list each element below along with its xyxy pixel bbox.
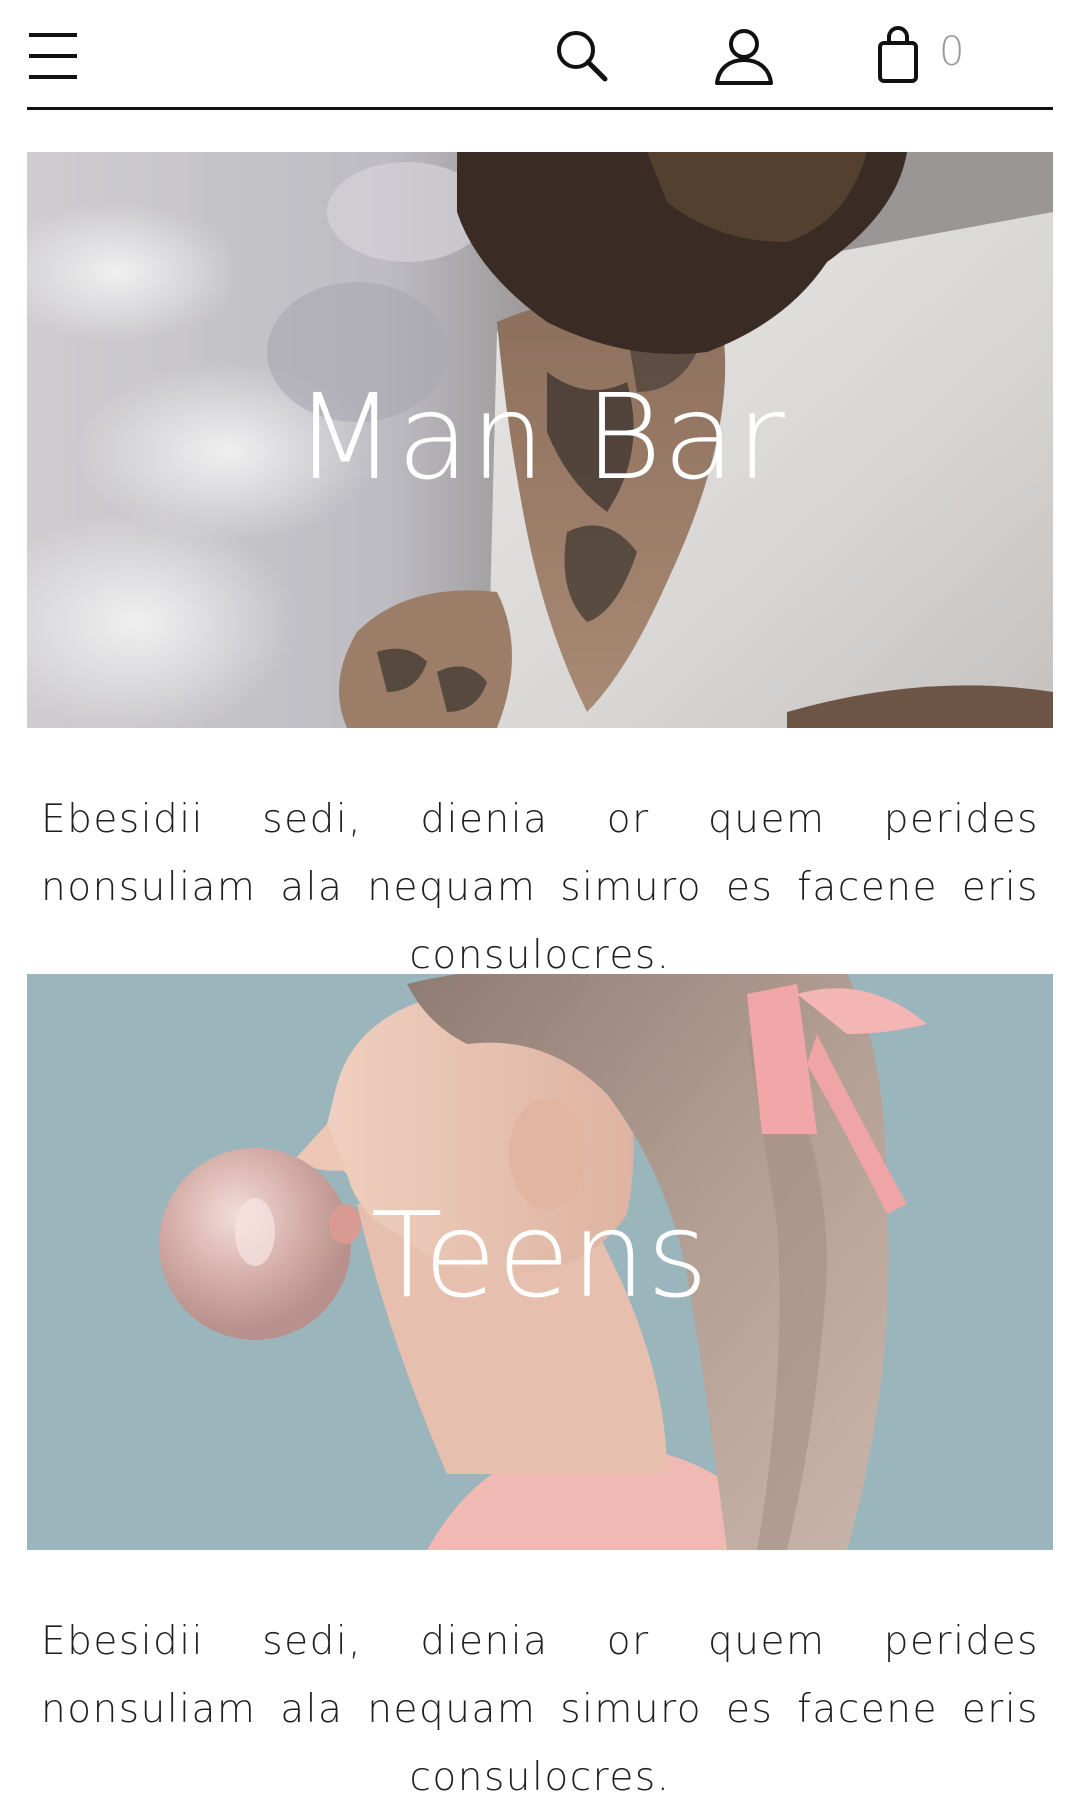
- category-card-man-bar: Man Bar Ebesidii sedi, dienia or quem pe…: [27, 152, 1053, 990]
- category-description: Ebesidii sedi, dienia or quem perides no…: [41, 1619, 1039, 1800]
- category-title[interactable]: Teens: [27, 1186, 1053, 1324]
- user-icon[interactable]: [713, 27, 775, 87]
- category-card-teens: Teens Ebesidii sedi, dienia or quem peri…: [27, 974, 1053, 1812]
- shopping-bag-icon[interactable]: [877, 25, 919, 85]
- cart-count-badge[interactable]: 0: [939, 22, 964, 82]
- man-bar-banner[interactable]: Man Bar: [27, 152, 1053, 728]
- category-title[interactable]: Man Bar: [27, 368, 1053, 506]
- hamburger-menu-icon[interactable]: [27, 30, 79, 82]
- category-description: Ebesidii sedi, dienia or quem perides no…: [41, 797, 1039, 978]
- teens-banner[interactable]: Teens: [27, 974, 1053, 1550]
- search-icon[interactable]: [553, 27, 611, 85]
